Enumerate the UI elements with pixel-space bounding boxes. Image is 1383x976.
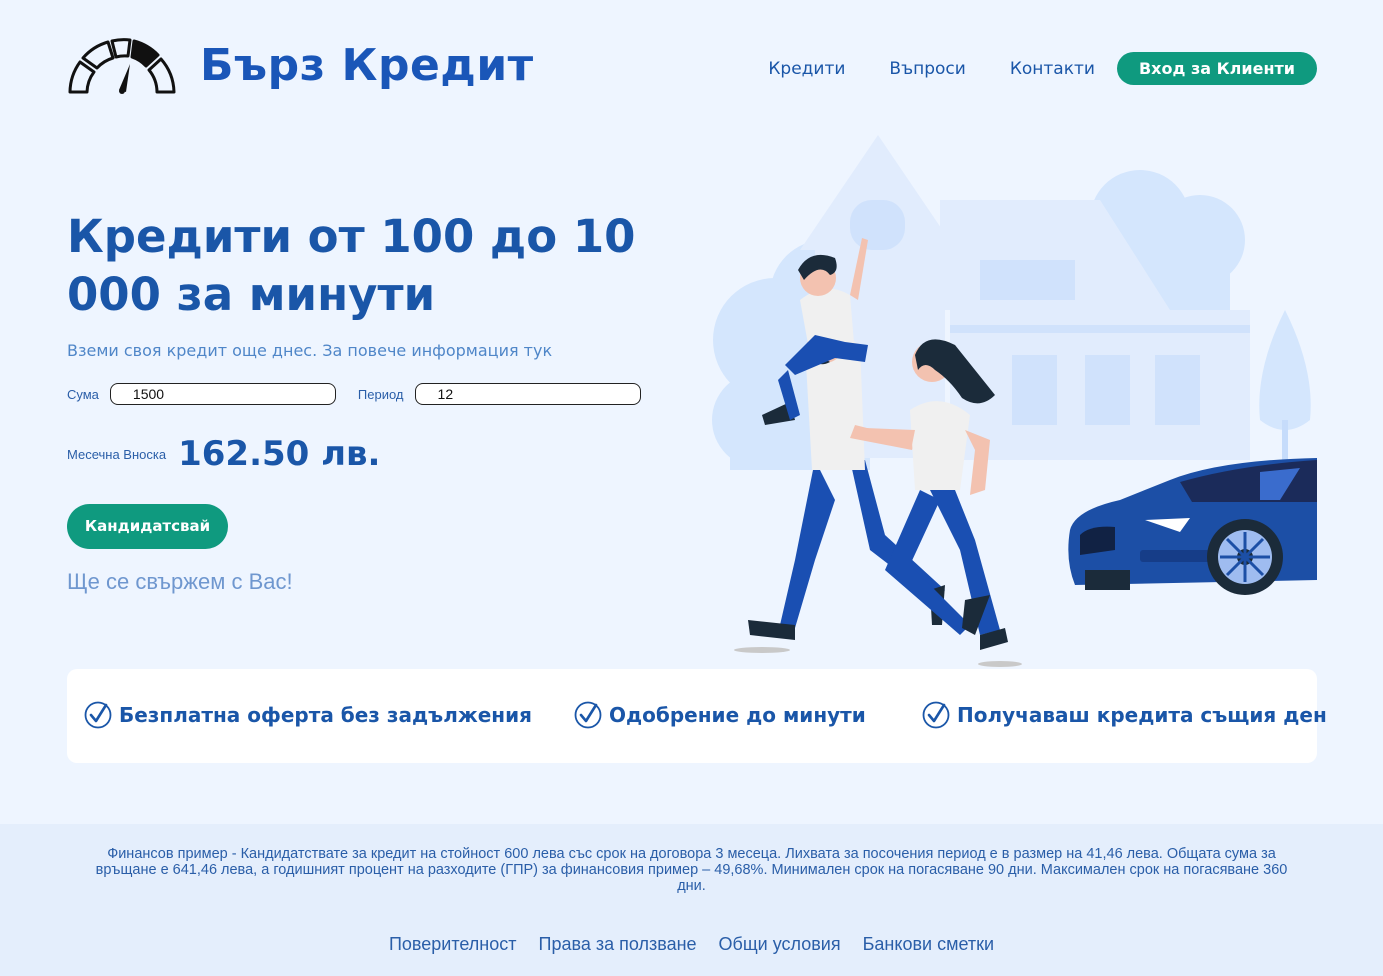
loan-calculator: Сума Период (67, 383, 641, 405)
contact-note: Ще се свържем с Вас! (67, 569, 293, 594)
footer-link-bank-accounts[interactable]: Банкови сметки (863, 934, 994, 955)
monthly-payment: Месечна Вноска 162.50 лв. (67, 434, 380, 474)
finance-example-note: Финансов пример - Кандидатствате за кред… (95, 846, 1288, 894)
feature-free-offer: Безплатна оферта без задължения (83, 700, 532, 730)
footer-link-terms-of-use[interactable]: Права за ползване (539, 934, 697, 955)
period-label: Период (357, 386, 404, 402)
brand-name: Бърз Кредит (200, 40, 534, 91)
brand-logo[interactable]: Бърз Кредит (66, 36, 533, 96)
period-input[interactable] (414, 383, 641, 405)
feature-label: Одобрение до минути (609, 703, 866, 727)
sum-input[interactable] (109, 383, 336, 405)
hero-title: Кредити от 100 до 10 000 за минути (67, 210, 636, 321)
speedometer-icon (68, 38, 176, 94)
monthly-payment-value: 162.50 лв. (178, 434, 381, 474)
footer-link-privacy[interactable]: Поверителност (389, 934, 517, 955)
main-nav: Кредити Въпроси Контакти Вход за Клиенти (768, 52, 1317, 85)
check-circle-icon (922, 701, 950, 729)
footer-link-general-conditions[interactable]: Общи условия (719, 934, 841, 955)
footer-links: Поверителност Права за ползване Общи усл… (0, 934, 1383, 955)
features-bar: Безплатна оферта без задължения Одобрени… (67, 669, 1327, 763)
check-circle-icon (84, 701, 112, 729)
check-circle-icon (574, 701, 602, 729)
feature-label: Получаваш кредита същия ден (957, 703, 1327, 727)
family-house-car-illustration (712, 135, 1317, 667)
hero-subtitle[interactable]: Вземи своя кредит още днес. За повече ин… (67, 341, 552, 360)
apply-button[interactable]: Кандидатсвай (67, 504, 228, 549)
footer: Финансов пример - Кандидатствате за кред… (0, 824, 1383, 976)
monthly-payment-label: Месечна Вноска (67, 446, 167, 462)
nav-item-loans[interactable]: Кредити (768, 59, 845, 79)
nav-item-contacts[interactable]: Контакти (1010, 59, 1095, 79)
sum-label: Сума (67, 386, 99, 402)
client-login-button[interactable]: Вход за Клиенти (1116, 52, 1317, 85)
header: Бърз Кредит Кредити Въпроси Контакти Вхо… (0, 0, 1383, 120)
feature-fast-approval: Одобрение до минути (573, 700, 866, 730)
nav-item-questions[interactable]: Въпроси (889, 59, 965, 79)
feature-label: Безплатна оферта без задължения (119, 703, 532, 727)
feature-same-day: Получаваш кредита същия ден (921, 700, 1327, 730)
